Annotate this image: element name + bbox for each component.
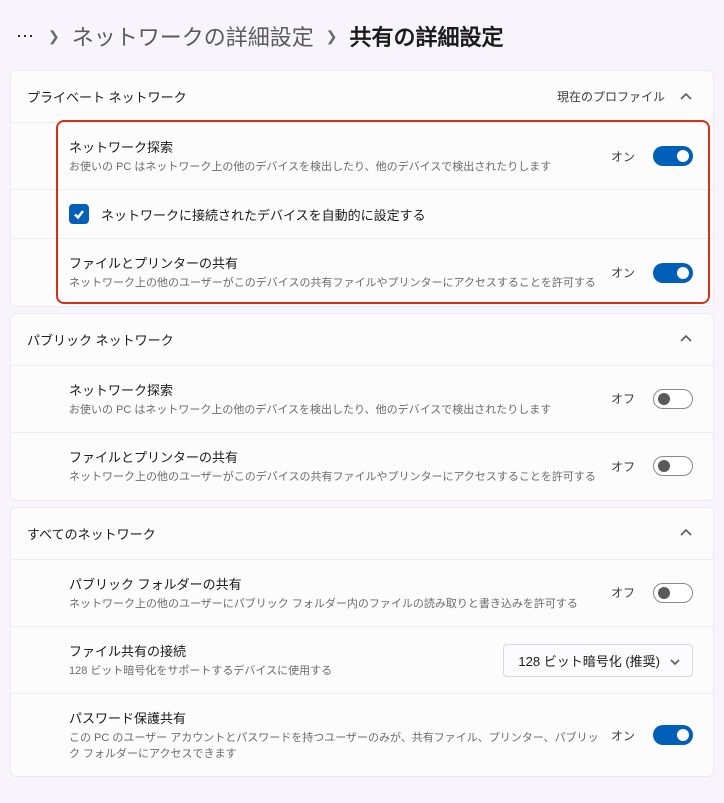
- setting-description: この PC のユーザー アカウントとパスワードを持つユーザーのみが、共有ファイル…: [69, 731, 599, 762]
- chevron-right-icon: ❯: [326, 28, 338, 45]
- row-file-printer-sharing: ファイルとプリンターの共有 ネットワーク上の他のユーザーがこのデバイスの共有ファ…: [11, 432, 713, 499]
- current-profile-badge: 現在のプロファイル: [557, 88, 665, 105]
- setting-title: パスワード保護共有: [69, 708, 599, 727]
- section-title: プライベート ネットワーク: [27, 87, 557, 106]
- row-file-printer-sharing: ファイルとプリンターの共有 ネットワーク上の他のユーザーがこのデバイスの共有ファ…: [11, 238, 713, 305]
- setting-description: ネットワーク上の他のユーザーがこのデバイスの共有ファイルやプリンターにアクセスす…: [69, 470, 599, 485]
- setting-title: ファイルとプリンターの共有: [69, 447, 599, 466]
- setting-title: ネットワーク探索: [69, 137, 599, 156]
- row-public-folder-sharing: パブリック フォルダーの共有 ネットワーク上の他のユーザーにパブリック フォルダ…: [11, 559, 713, 626]
- setting-description: ネットワーク上の他のユーザーにパブリック フォルダー内のファイルの読み取りと書き…: [69, 597, 599, 612]
- breadcrumb-parent-link[interactable]: ネットワークの詳細設定: [72, 20, 314, 52]
- network-discovery-toggle[interactable]: [653, 146, 693, 166]
- setting-title: ファイル共有の接続: [69, 641, 491, 660]
- breadcrumb-ellipsis-button[interactable]: ⋯: [16, 26, 36, 47]
- checkbox-label: ネットワークに接続されたデバイスを自動的に設定する: [101, 205, 426, 224]
- setting-description: お使いの PC はネットワーク上の他のデバイスを検出したり、他のデバイスで検出さ…: [69, 403, 599, 418]
- chevron-down-icon: [670, 655, 680, 665]
- file-sharing-toggle[interactable]: [653, 263, 693, 283]
- row-network-discovery: ネットワーク探索 お使いの PC はネットワーク上の他のデバイスを検出したり、他…: [11, 365, 713, 432]
- row-network-discovery: ネットワーク探索 お使いの PC はネットワーク上の他のデバイスを検出したり、他…: [11, 122, 713, 189]
- row-auto-setup-devices: ネットワークに接続されたデバイスを自動的に設定する: [11, 189, 713, 238]
- toggle-state-label: オン: [611, 264, 635, 281]
- toggle-state-label: オフ: [611, 458, 635, 475]
- setting-title: パブリック フォルダーの共有: [69, 574, 599, 593]
- row-password-protected-sharing: パスワード保護共有 この PC のユーザー アカウントとパスワードを持つユーザー…: [11, 693, 713, 776]
- section-public-network: パブリック ネットワーク ネットワーク探索 お使いの PC はネットワーク上の他…: [10, 313, 714, 501]
- setting-description: 128 ビット暗号化をサポートするデバイスに使用する: [69, 664, 491, 679]
- chevron-right-icon: ❯: [48, 28, 60, 45]
- setting-title: ネットワーク探索: [69, 380, 599, 399]
- setting-description: お使いの PC はネットワーク上の他のデバイスを検出したり、他のデバイスで検出さ…: [69, 160, 599, 175]
- chevron-up-icon: [679, 332, 693, 346]
- section-header-all[interactable]: すべてのネットワーク: [11, 508, 713, 559]
- breadcrumb: ⋯ ❯ ネットワークの詳細設定 ❯ 共有の詳細設定: [16, 20, 714, 52]
- chevron-up-icon: [679, 90, 693, 104]
- auto-setup-checkbox[interactable]: [69, 204, 89, 224]
- row-file-sharing-connection: ファイル共有の接続 128 ビット暗号化をサポートするデバイスに使用する 128…: [11, 626, 713, 693]
- toggle-state-label: オフ: [611, 584, 635, 601]
- toggle-state-label: オン: [611, 148, 635, 165]
- encryption-dropdown[interactable]: 128 ビット暗号化 (推奨): [503, 644, 693, 677]
- network-discovery-toggle[interactable]: [653, 389, 693, 409]
- public-folder-toggle[interactable]: [653, 583, 693, 603]
- setting-description: ネットワーク上の他のユーザーがこのデバイスの共有ファイルやプリンターにアクセスす…: [69, 276, 599, 291]
- chevron-up-icon: [679, 526, 693, 540]
- toggle-state-label: オフ: [611, 390, 635, 407]
- setting-title: ファイルとプリンターの共有: [69, 253, 599, 272]
- section-header-private[interactable]: プライベート ネットワーク 現在のプロファイル: [11, 71, 713, 122]
- page-title: 共有の詳細設定: [349, 20, 503, 52]
- file-sharing-toggle[interactable]: [653, 456, 693, 476]
- toggle-state-label: オン: [611, 727, 635, 744]
- section-all-networks: すべてのネットワーク パブリック フォルダーの共有 ネットワーク上の他のユーザー…: [10, 507, 714, 778]
- dropdown-value: 128 ビット暗号化 (推奨): [518, 651, 660, 670]
- section-title: パブリック ネットワーク: [27, 330, 679, 349]
- section-private-network: プライベート ネットワーク 現在のプロファイル ネットワーク探索 お使いの PC…: [10, 70, 714, 307]
- section-header-public[interactable]: パブリック ネットワーク: [11, 314, 713, 365]
- password-sharing-toggle[interactable]: [653, 725, 693, 745]
- section-title: すべてのネットワーク: [27, 524, 679, 543]
